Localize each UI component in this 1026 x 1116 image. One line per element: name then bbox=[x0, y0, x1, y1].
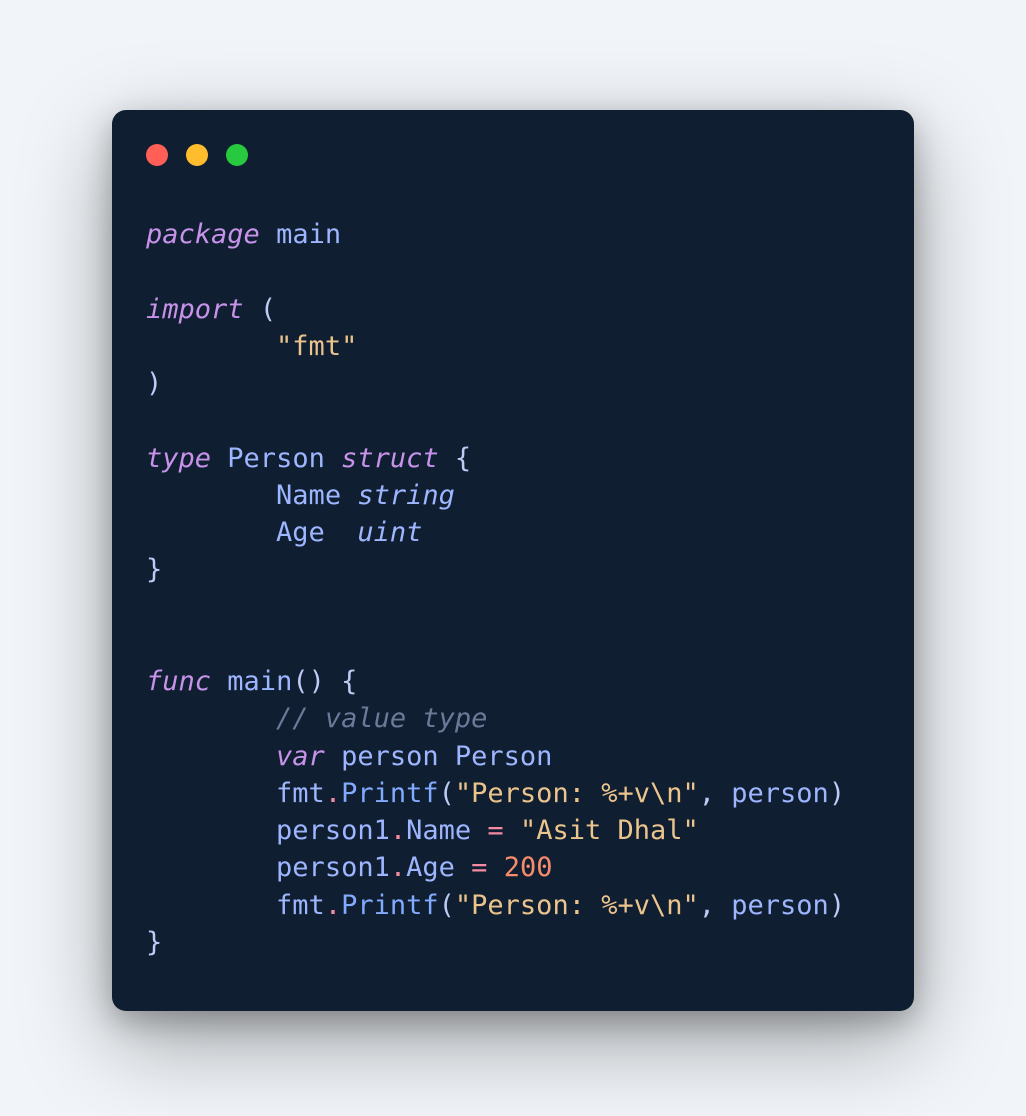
code-block: package main import ( "fmt" ) type Perso… bbox=[146, 216, 880, 961]
dot-2: . bbox=[390, 815, 406, 846]
paren-open-2: ( bbox=[439, 890, 455, 921]
field-age: Age bbox=[276, 517, 325, 548]
comma-2: , bbox=[699, 890, 715, 921]
struct-brace-open: { bbox=[455, 443, 471, 474]
dot-4: . bbox=[325, 890, 341, 921]
string-asit: "Asit Dhal" bbox=[520, 815, 699, 846]
number-200: 200 bbox=[504, 852, 553, 883]
field-name: Name bbox=[276, 480, 341, 511]
page: package main import ( "fmt" ) type Perso… bbox=[0, 0, 1026, 1116]
arg-person-2: person bbox=[731, 890, 829, 921]
comma-1: , bbox=[699, 778, 715, 809]
paren-close-2: ) bbox=[829, 890, 845, 921]
import-paren-close: ) bbox=[146, 368, 162, 399]
package-name: main bbox=[276, 219, 341, 250]
printf-string-1: "Person: %+v\n" bbox=[455, 778, 699, 809]
var-person-type: Person bbox=[455, 741, 553, 772]
keyword-import: import bbox=[146, 294, 244, 325]
close-dot-icon[interactable] bbox=[146, 144, 168, 166]
type-string: string bbox=[357, 480, 455, 511]
fn-printf-2: Printf bbox=[341, 890, 439, 921]
type-uint: uint bbox=[357, 517, 422, 548]
type-person: Person bbox=[227, 443, 325, 474]
ident-person1-b: person1 bbox=[276, 852, 390, 883]
keyword-package: package bbox=[146, 219, 260, 250]
window-titlebar bbox=[146, 144, 880, 166]
comment-value-type: // value type bbox=[276, 703, 487, 734]
ident-fmt-1: fmt bbox=[276, 778, 325, 809]
keyword-var: var bbox=[276, 741, 325, 772]
minimize-dot-icon[interactable] bbox=[186, 144, 208, 166]
field-name-assign: Name bbox=[406, 815, 471, 846]
eq-2: = bbox=[471, 852, 487, 883]
import-fmt-string: "fmt" bbox=[276, 331, 357, 362]
code-window: package main import ( "fmt" ) type Perso… bbox=[112, 110, 914, 1011]
printf-string-2: "Person: %+v\n" bbox=[455, 890, 699, 921]
func-main: main bbox=[227, 666, 292, 697]
arg-person-1: person bbox=[731, 778, 829, 809]
paren-close-1: ) bbox=[829, 778, 845, 809]
struct-brace-close: } bbox=[146, 554, 162, 585]
fn-printf-1: Printf bbox=[341, 778, 439, 809]
keyword-type: type bbox=[146, 443, 211, 474]
import-paren-open: ( bbox=[260, 294, 276, 325]
maximize-dot-icon[interactable] bbox=[226, 144, 248, 166]
main-brace-close: } bbox=[146, 927, 162, 958]
keyword-func: func bbox=[146, 666, 211, 697]
main-brace-open: { bbox=[341, 666, 357, 697]
dot-3: . bbox=[390, 852, 406, 883]
eq-1: = bbox=[487, 815, 503, 846]
field-age-assign: Age bbox=[406, 852, 455, 883]
dot-1: . bbox=[325, 778, 341, 809]
main-parens: () bbox=[292, 666, 325, 697]
ident-fmt-2: fmt bbox=[276, 890, 325, 921]
var-person: person bbox=[341, 741, 439, 772]
keyword-struct: struct bbox=[341, 443, 439, 474]
paren-open-1: ( bbox=[439, 778, 455, 809]
ident-person1-a: person1 bbox=[276, 815, 390, 846]
